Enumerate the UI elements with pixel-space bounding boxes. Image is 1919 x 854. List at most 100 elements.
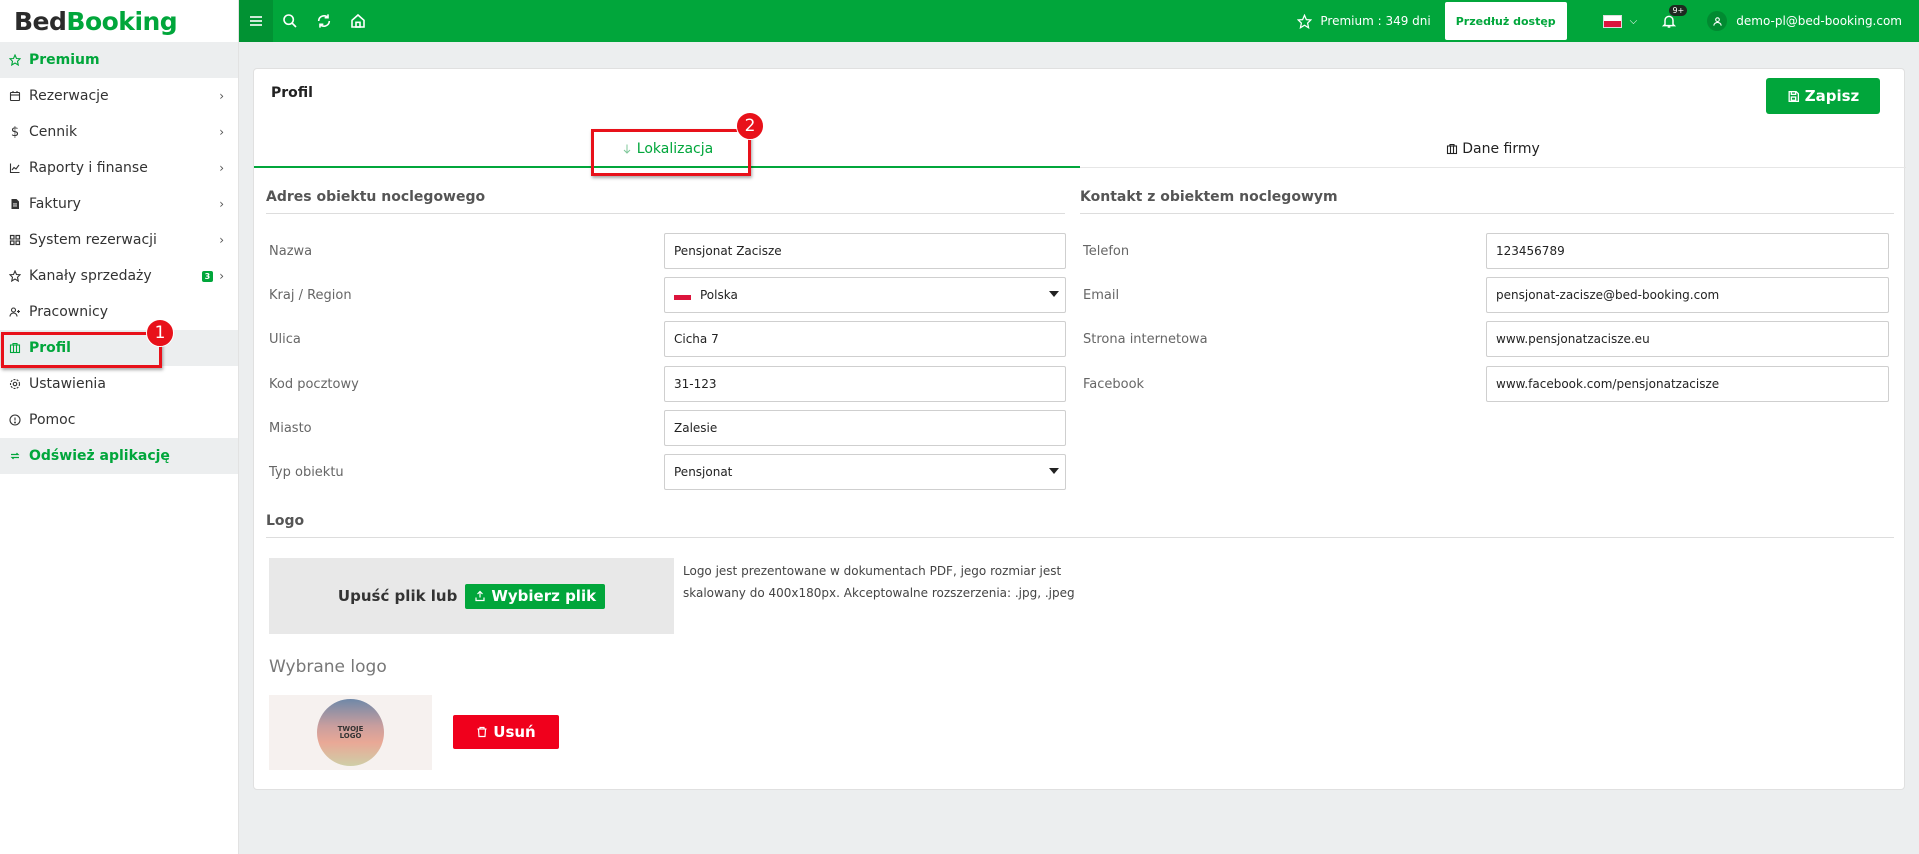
chevron-right-icon: › [219, 125, 224, 139]
choose-file-label: Wybierz plik [491, 587, 597, 605]
field-label-street: Ulica [269, 332, 301, 347]
city-input[interactable]: Zalesie [664, 410, 1066, 446]
chevron-right-icon: › [219, 233, 224, 247]
field-label-website: Strona internetowa [1083, 332, 1208, 347]
logo-dropzone[interactable]: Upuść plik lub Wybierz plik [269, 558, 674, 634]
address-section-heading: Adres obiektu noclegowego [266, 189, 1065, 214]
home-icon[interactable] [341, 0, 375, 42]
annotation-highlight-location-tab [591, 129, 751, 176]
logo-section-heading: Logo [266, 513, 1894, 538]
sidebar-item-booking-system[interactable]: System rezerwacji › [0, 222, 238, 258]
info-icon [9, 414, 21, 426]
annotation-number-badge: 1 [146, 319, 174, 347]
delete-logo-button[interactable]: Usuń [453, 715, 559, 749]
sync-icon[interactable] [307, 0, 341, 42]
sidebar-item-premium[interactable]: Premium [0, 42, 238, 78]
facebook-input[interactable]: www.facebook.com/pensjonatzacisze [1486, 366, 1889, 402]
sidebar: Bed Booking Premium Rezerwacje › $ Cennik… [0, 0, 239, 854]
user-email: demo-pl@bed-booking.com [1736, 14, 1902, 28]
upload-icon [475, 590, 485, 602]
hamburger-menu-icon[interactable] [239, 0, 273, 42]
caret-down-icon [1049, 468, 1059, 474]
sidebar-item-label: Raporty i finanse [29, 160, 148, 176]
sidebar-item-label: Kanały sprzedaży [29, 268, 152, 284]
sidebar-item-label: Pracownicy [29, 304, 108, 320]
sidebar-item-label: Pomoc [29, 412, 76, 428]
field-label-postal-code: Kod pocztowy [269, 377, 359, 392]
invoice-icon [9, 198, 21, 210]
property-type-select-value: Pensjonat [674, 465, 733, 479]
sidebar-item-label: Ustawienia [29, 376, 106, 392]
street-input[interactable]: Cicha 7 [664, 321, 1066, 357]
poland-flag-icon [1602, 14, 1622, 28]
logo-part-booking: Booking [66, 6, 178, 36]
email-input[interactable]: pensjonat-zacisze@bed-booking.com [1486, 277, 1889, 313]
count-badge: 3 [201, 270, 214, 282]
sidebar-item-employees[interactable]: Pracownicy [0, 294, 238, 330]
choose-file-button[interactable]: Wybierz plik [465, 583, 606, 609]
chevron-down-icon: ⌵ [1629, 15, 1638, 27]
sidebar-item-label: Premium [29, 52, 100, 68]
app-logo[interactable]: Bed Booking [0, 0, 238, 42]
field-label-phone: Telefon [1083, 244, 1130, 259]
language-dropdown[interactable]: ⌵ [1602, 14, 1638, 28]
page-title: Profil [271, 85, 313, 101]
name-input[interactable]: Pensjonat Zacisze [664, 233, 1066, 269]
postal-code-input[interactable]: 31-123 [664, 366, 1066, 402]
sidebar-item-settings[interactable]: Ustawienia [0, 366, 238, 402]
chosen-logo-title: Wybrane logo [269, 657, 387, 677]
chevron-right-icon: › [219, 161, 224, 175]
chart-icon [9, 162, 21, 174]
dollar-icon: $ [10, 124, 20, 140]
avatar [1707, 11, 1728, 31]
trash-icon [477, 726, 487, 738]
gear-icon [9, 378, 21, 390]
chevron-right-icon: › [219, 89, 224, 103]
logo-info-line: skalowany do 400x180px. Akceptowalne roz… [683, 586, 1075, 600]
sidebar-item-reservations[interactable]: Rezerwacje › [0, 78, 238, 114]
annotation-number-badge: 2 [736, 112, 764, 140]
sidebar-item-invoices[interactable]: Faktury › [0, 186, 238, 222]
phone-input[interactable]: 123456789 [1486, 233, 1889, 269]
refresh-icon [9, 450, 21, 462]
website-input[interactable]: www.pensjonatzacisze.eu [1486, 321, 1889, 357]
building-icon [1447, 143, 1458, 155]
logo-part-bed: Bed [14, 6, 67, 36]
user-menu[interactable]: demo-pl@bed-booking.com [1707, 11, 1902, 31]
chevron-right-icon: › [219, 269, 224, 283]
user-icon [1713, 16, 1722, 26]
caret-down-icon [1049, 291, 1059, 297]
sidebar-item-reports[interactable]: Raporty i finanse › [0, 150, 238, 186]
notifications-bell[interactable]: 9+ [1659, 5, 1688, 31]
field-label-city: Miasto [269, 421, 312, 436]
extend-access-button[interactable]: Przedłuż dostęp [1444, 2, 1567, 40]
profile-card: Profil Zapisz Lokalizacja Dane firmy Adr… [253, 68, 1906, 790]
logo-preview: TWOJE LOGO [269, 695, 432, 770]
star-icon [1297, 13, 1313, 29]
property-type-select[interactable]: Pensjonat [664, 454, 1066, 490]
save-button-label: Zapisz [1804, 87, 1860, 105]
search-icon[interactable] [273, 0, 307, 42]
grid-icon [9, 234, 21, 246]
calendar-icon [9, 90, 21, 102]
field-label-country: Kraj / Region [269, 288, 352, 303]
tab-label: Dane firmy [1462, 141, 1540, 157]
sidebar-item-sales-channels[interactable]: Kanały sprzedaży 3 › [0, 258, 238, 294]
sidebar-item-label: Rezerwacje [29, 88, 109, 104]
sidebar-item-refresh-app[interactable]: Odśwież aplikację [0, 438, 238, 474]
dropzone-text: Upuść plik lub [337, 587, 458, 605]
field-label-property-type: Typ obiektu [269, 465, 344, 480]
sidebar-item-label: System rezerwacji [29, 232, 157, 248]
country-select[interactable]: Polska [664, 277, 1066, 313]
top-bar: Premium : 349 dni Przedłuż dostęp ⌵ 9+ d… [239, 0, 1919, 42]
premium-status[interactable]: Premium : 349 dni [1297, 13, 1431, 29]
delete-button-label: Usuń [493, 723, 536, 741]
tab-company-data[interactable]: Dane firmy [1080, 131, 1906, 168]
sidebar-item-pricing[interactable]: $ Cennik › [0, 114, 238, 150]
star-icon [9, 54, 21, 66]
field-label-email: Email [1083, 288, 1120, 303]
chevron-right-icon: › [219, 197, 224, 211]
sidebar-item-help[interactable]: Pomoc [0, 402, 238, 438]
user-plus-icon [9, 306, 21, 318]
save-button[interactable]: Zapisz [1766, 78, 1880, 114]
